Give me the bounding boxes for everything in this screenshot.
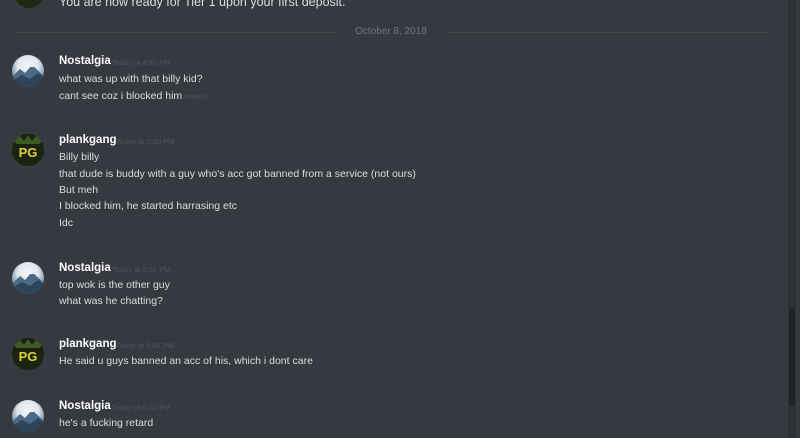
divider-line — [16, 32, 336, 33]
message-text: You are now ready for Tier 1 upon your f… — [59, 0, 346, 9]
timestamp: Today at 5:02 PM — [112, 403, 171, 412]
mountain-landscape-icon — [12, 410, 44, 432]
pg-logo-icon: PG — [12, 338, 44, 370]
message-text: cant see coz i blocked him — [59, 90, 183, 102]
scrollbar-thumb[interactable] — [789, 308, 795, 406]
message-text: what was up with that billy kid? — [59, 73, 203, 85]
username[interactable]: Nostalgia — [59, 400, 111, 412]
chat-messages: You are now ready for Tier 1 upon your f… — [0, 0, 786, 438]
message-text: Idc — [59, 217, 74, 229]
timestamp: Today at 5:01 PM — [112, 265, 171, 274]
username[interactable]: plankgang — [59, 134, 117, 146]
avatar[interactable]: PG — [12, 134, 44, 166]
avatar[interactable] — [12, 55, 44, 87]
message-text: He said u guys banned an acc of his, whi… — [59, 355, 313, 367]
timestamp: Today at 5:00 PM — [116, 137, 175, 146]
message-text: But meh — [59, 184, 99, 196]
avatar[interactable]: PG — [12, 338, 44, 370]
mountain-landscape-icon — [12, 65, 44, 87]
message-text: I blocked him, he started harrasing etc — [59, 200, 238, 212]
avatar-text: PG — [19, 145, 38, 160]
divider-line — [446, 32, 770, 33]
message-text: cant see coz i blocked him (edited) — [59, 90, 208, 102]
pg-logo-icon: PG — [12, 134, 44, 166]
date-divider: October 8, 2018 — [16, 26, 770, 37]
username[interactable]: Nostalgia — [59, 55, 111, 67]
edited-label: (edited) — [184, 94, 208, 101]
message-text: that dude is buddy with a guy who's acc … — [59, 168, 416, 180]
avatar[interactable] — [12, 400, 44, 432]
timestamp: Today at 4:59 PM — [112, 58, 171, 67]
message-text: he's a fucking retard — [59, 417, 154, 429]
username[interactable]: plankgang — [59, 338, 117, 350]
mountain-landscape-icon — [12, 272, 44, 294]
avatar[interactable] — [12, 262, 44, 294]
username[interactable]: Nostalgia — [59, 262, 111, 274]
message-text: what was he chatting? — [59, 295, 163, 307]
divider-date: October 8, 2018 — [355, 26, 427, 37]
timestamp: Today at 5:01 PM — [116, 341, 175, 350]
avatar-text: PG — [19, 349, 38, 364]
avatar[interactable] — [14, 0, 44, 8]
message-text: top wok is the other guy — [59, 279, 170, 291]
message-text: Billy billy — [59, 151, 100, 163]
